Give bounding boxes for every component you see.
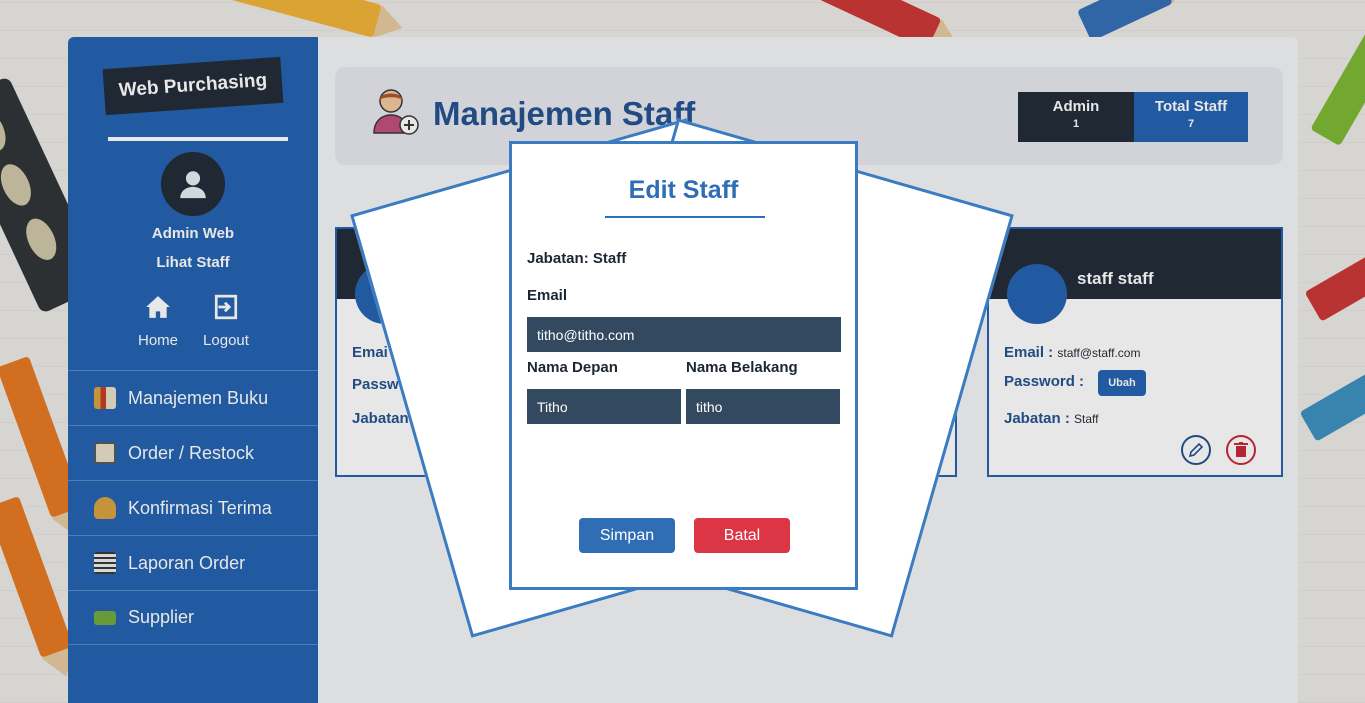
first-name-label: Nama Depan — [527, 359, 618, 376]
email-field[interactable]: titho@titho.com — [527, 317, 841, 352]
cancel-button[interactable]: Batal — [694, 518, 790, 553]
save-button[interactable]: Simpan — [579, 518, 675, 553]
jabatan-text: Jabatan: Staff — [527, 250, 627, 267]
last-name-label: Nama Belakang — [686, 359, 798, 376]
modal-title: Edit Staff — [628, 176, 739, 204]
last-name-field[interactable]: titho — [686, 389, 840, 424]
edit-staff-modal: Edit Staff Jabatan: Staff Email titho@ti… — [509, 141, 858, 590]
first-name-field[interactable]: Titho — [527, 389, 681, 424]
modal-title-underline — [605, 216, 765, 218]
email-label: Email — [527, 287, 568, 304]
